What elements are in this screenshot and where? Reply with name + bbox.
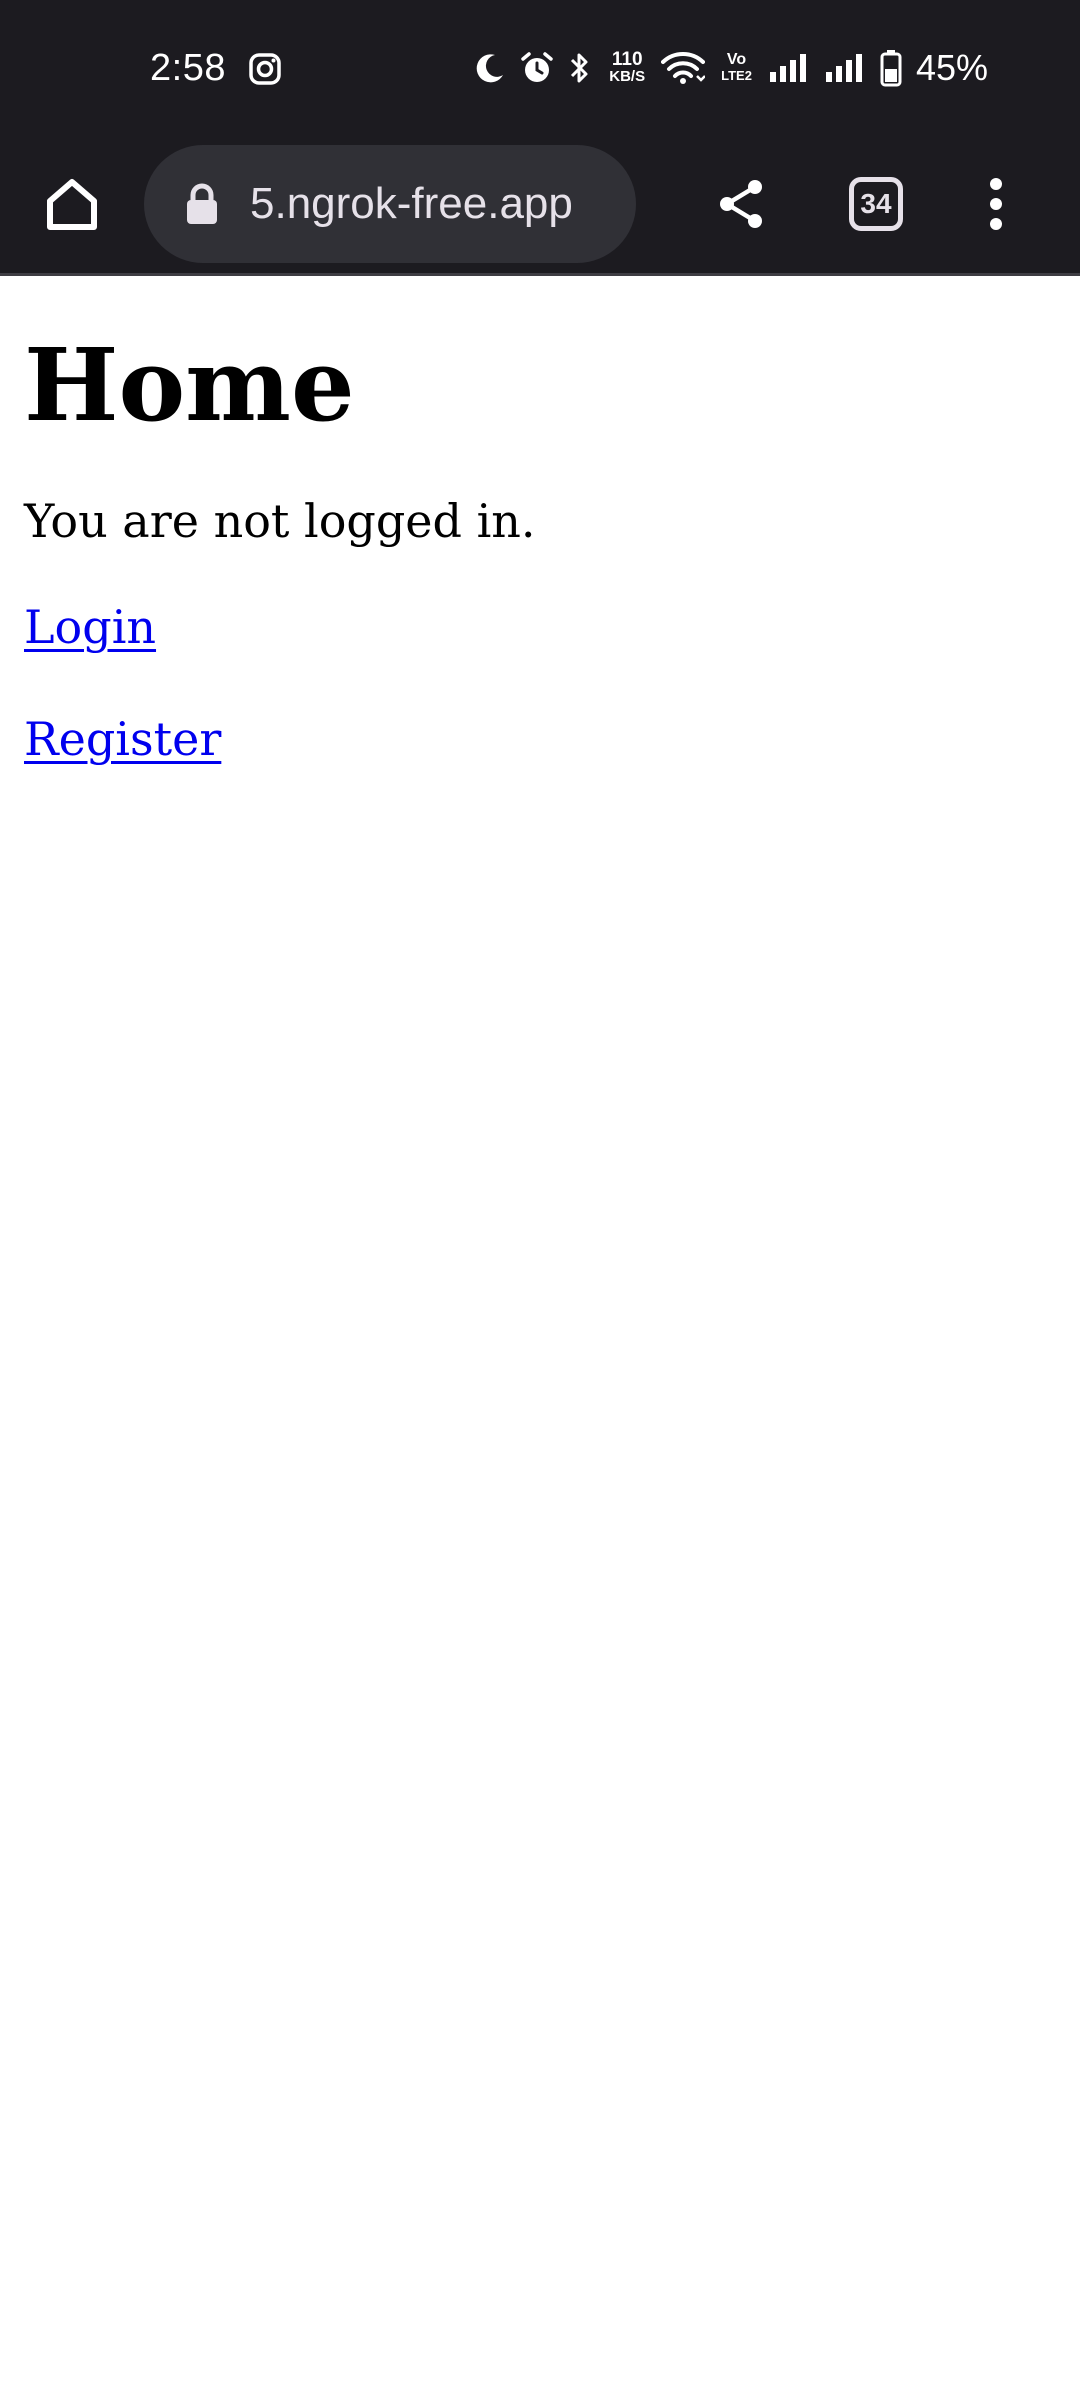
volte-icon: Vo LTE2 <box>721 52 752 84</box>
home-icon <box>47 179 97 230</box>
wifi-icon <box>661 52 706 84</box>
page-title: Home <box>24 326 355 444</box>
net-speed-indicator: 110 KB/S <box>609 49 646 85</box>
tab-switcher-button[interactable]: 34 <box>834 162 918 246</box>
moon-icon <box>476 54 504 83</box>
browser-toolbar: 5.ngrok-free.app 34 <box>0 132 1080 276</box>
register-link[interactable]: Register <box>24 709 221 769</box>
net-speed-unit: KB/S <box>609 68 646 85</box>
volte-label-bottom: LTE2 <box>721 68 752 83</box>
home-button[interactable] <box>30 162 114 246</box>
status-icons: 110 KB/S Vo LTE2 45% <box>473 44 988 92</box>
volte-label-top: Vo <box>726 51 747 68</box>
bluetooth-icon <box>571 53 588 83</box>
instagram-icon <box>249 53 281 85</box>
login-link[interactable]: Login <box>24 597 156 657</box>
page-content: Home You are not logged in. Login Regist… <box>0 279 1080 769</box>
url-value: 5.ngrok-free.app <box>250 179 573 228</box>
net-speed-value: 110 <box>611 49 643 70</box>
tab-switcher-icon: 34 <box>849 177 903 231</box>
url-bar[interactable]: 5.ngrok-free.app <box>144 145 636 263</box>
share-button[interactable] <box>700 162 784 246</box>
overflow-menu-button[interactable] <box>954 162 1038 246</box>
url-text[interactable]: 5.ngrok-free.app <box>250 145 616 263</box>
signal-icon <box>825 54 862 82</box>
status-time: 2:58 <box>150 47 226 89</box>
login-status-message: You are not logged in. <box>24 494 536 548</box>
status-bar: 2:58 110 KB/S Vo LTE2 45% <box>0 0 1080 132</box>
share-icon <box>720 180 762 228</box>
lock-icon[interactable] <box>184 183 220 225</box>
signal-icon <box>769 54 806 82</box>
battery-percent: 45% <box>915 47 988 88</box>
battery-icon <box>880 50 902 87</box>
overflow-menu-icon <box>990 178 1002 230</box>
alarm-icon <box>521 52 554 82</box>
